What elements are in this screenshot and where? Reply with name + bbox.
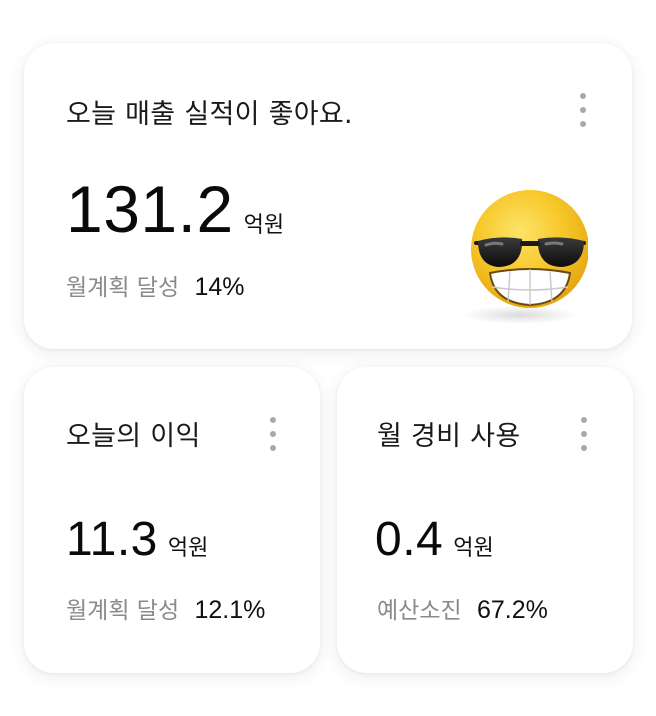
sales-card[interactable]: 오늘 매출 실적이 좋아요. 131.2 억원 월계획 달성 14% <box>24 43 632 349</box>
expense-metric-label: 예산소진 <box>377 598 462 624</box>
profit-metric-label: 월계획 달성 <box>66 598 180 624</box>
sales-card-title: 오늘 매출 실적이 좋아요. <box>66 99 353 130</box>
sales-metric-value: 14% <box>194 273 245 301</box>
sales-metric-label: 월계획 달성 <box>66 275 180 301</box>
expense-card-more-icon[interactable] <box>574 414 594 454</box>
expense-card[interactable]: 월 경비 사용 0.4 억원 예산소진 67.2% <box>337 367 633 673</box>
expense-metric-value: 67.2% <box>476 596 548 624</box>
profit-value-row: 11.3 억원 <box>66 512 208 567</box>
profit-metric-value: 12.1% <box>194 596 266 624</box>
sunglasses-grin-emoji-icon <box>438 169 589 329</box>
sales-card-more-icon[interactable] <box>573 90 593 130</box>
expense-value: 0.4 <box>375 513 444 566</box>
profit-card[interactable]: 오늘의 이익 11.3 억원 월계획 달성 12.1% <box>24 367 320 673</box>
sales-metric: 월계획 달성 14% <box>66 268 244 302</box>
profit-value: 11.3 <box>66 513 158 566</box>
expense-metric: 예산소진 67.2% <box>377 591 548 625</box>
sales-unit: 억원 <box>243 213 285 238</box>
expense-value-row: 0.4 억원 <box>375 512 494 567</box>
profit-metric: 월계획 달성 12.1% <box>66 591 265 625</box>
profit-card-more-icon[interactable] <box>263 414 283 454</box>
profit-card-title: 오늘의 이익 <box>66 421 201 452</box>
sales-value: 131.2 <box>66 172 234 246</box>
sales-value-row: 131.2 억원 <box>66 171 284 247</box>
expense-unit: 억원 <box>453 536 494 561</box>
expense-card-title: 월 경비 사용 <box>377 421 521 452</box>
profit-unit: 억원 <box>167 536 209 561</box>
